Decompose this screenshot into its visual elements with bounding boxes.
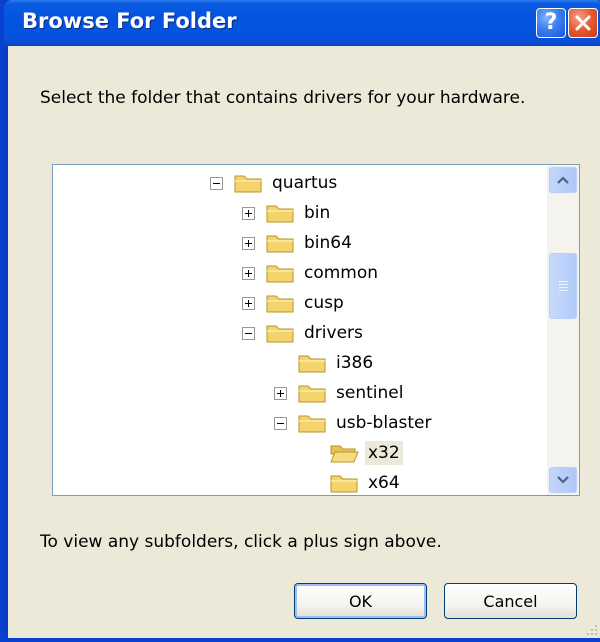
tree-item-sentinel[interactable]: sentinel: [274, 378, 406, 408]
tree-item-label: i386: [336, 353, 374, 373]
folder-icon: [265, 292, 295, 314]
title-bar[interactable]: Browse For Folder ?: [4, 0, 600, 46]
tree-item-label: common: [304, 263, 379, 283]
collapse-icon[interactable]: [274, 416, 287, 430]
tree-item-label: usb-blaster: [336, 413, 432, 433]
tree-item-i386[interactable]: i386: [297, 348, 376, 378]
scroll-thumb[interactable]: [549, 253, 577, 319]
tree-item-quartus[interactable]: quartus: [210, 168, 340, 198]
tree-item-bin[interactable]: bin: [242, 198, 333, 228]
tree-item-x64[interactable]: x64: [329, 468, 403, 495]
scroll-up-button[interactable]: [549, 167, 577, 193]
folder-icon: [297, 352, 327, 374]
chevron-up-icon: [557, 176, 569, 184]
window-title: Browse For Folder: [22, 9, 237, 33]
expand-icon[interactable]: [242, 266, 255, 280]
instruction-text: Select the folder that contains drivers …: [40, 88, 526, 108]
expand-icon[interactable]: [242, 236, 255, 250]
tree-item-common[interactable]: common: [242, 258, 381, 288]
folder-icon: [265, 232, 295, 254]
tree-item-x32[interactable]: x32: [329, 438, 403, 468]
folder-icon: [297, 412, 327, 434]
hint-text: To view any subfolders, click a plus sig…: [40, 532, 442, 552]
tree-item-drivers[interactable]: drivers: [242, 318, 366, 348]
expand-icon[interactable]: [242, 296, 255, 310]
close-button[interactable]: [568, 8, 598, 38]
collapse-icon[interactable]: [242, 326, 255, 340]
folder-icon: [265, 202, 295, 224]
tree-item-label: x64: [368, 473, 400, 493]
expand-icon[interactable]: [242, 206, 255, 220]
help-icon: ?: [544, 10, 558, 35]
tree-item-label: drivers: [304, 323, 363, 343]
tree-item-label: x32: [365, 441, 403, 465]
vertical-scrollbar[interactable]: [547, 165, 579, 495]
folder-icon: [265, 322, 295, 344]
folder-tree[interactable]: quartus bin bin64 common cusp drivers i386 sent…: [52, 164, 580, 496]
folder-open-icon: [329, 442, 359, 464]
browse-for-folder-dialog: Browse For Folder ? Select the folder th…: [0, 0, 600, 642]
scroll-down-button[interactable]: [549, 467, 577, 493]
folder-icon: [297, 382, 327, 404]
tree-item-label: sentinel: [336, 383, 404, 403]
folder-icon: [329, 472, 359, 494]
chevron-down-icon: [557, 476, 569, 484]
tree-item-label: quartus: [272, 173, 338, 193]
tree-item-label: bin64: [304, 233, 352, 253]
expand-icon[interactable]: [274, 386, 287, 400]
tree-view: quartus bin bin64 common cusp drivers i386 sent…: [53, 165, 547, 495]
resize-grip-icon[interactable]: [582, 620, 600, 638]
cancel-button[interactable]: Cancel: [444, 583, 577, 619]
help-button[interactable]: ?: [536, 8, 566, 38]
collapse-icon[interactable]: [210, 176, 223, 190]
ok-button[interactable]: OK: [294, 583, 427, 619]
tree-item-bin64[interactable]: bin64: [242, 228, 355, 258]
tree-item-cusp[interactable]: cusp: [242, 288, 347, 318]
tree-item-label: bin: [304, 203, 331, 223]
dialog-body: Select the folder that contains drivers …: [8, 46, 600, 638]
tree-item-label: cusp: [304, 293, 344, 313]
folder-icon: [233, 172, 263, 194]
folder-icon: [265, 262, 295, 284]
tree-item-usb-blaster[interactable]: usb-blaster: [274, 408, 434, 438]
close-icon: [575, 15, 591, 31]
